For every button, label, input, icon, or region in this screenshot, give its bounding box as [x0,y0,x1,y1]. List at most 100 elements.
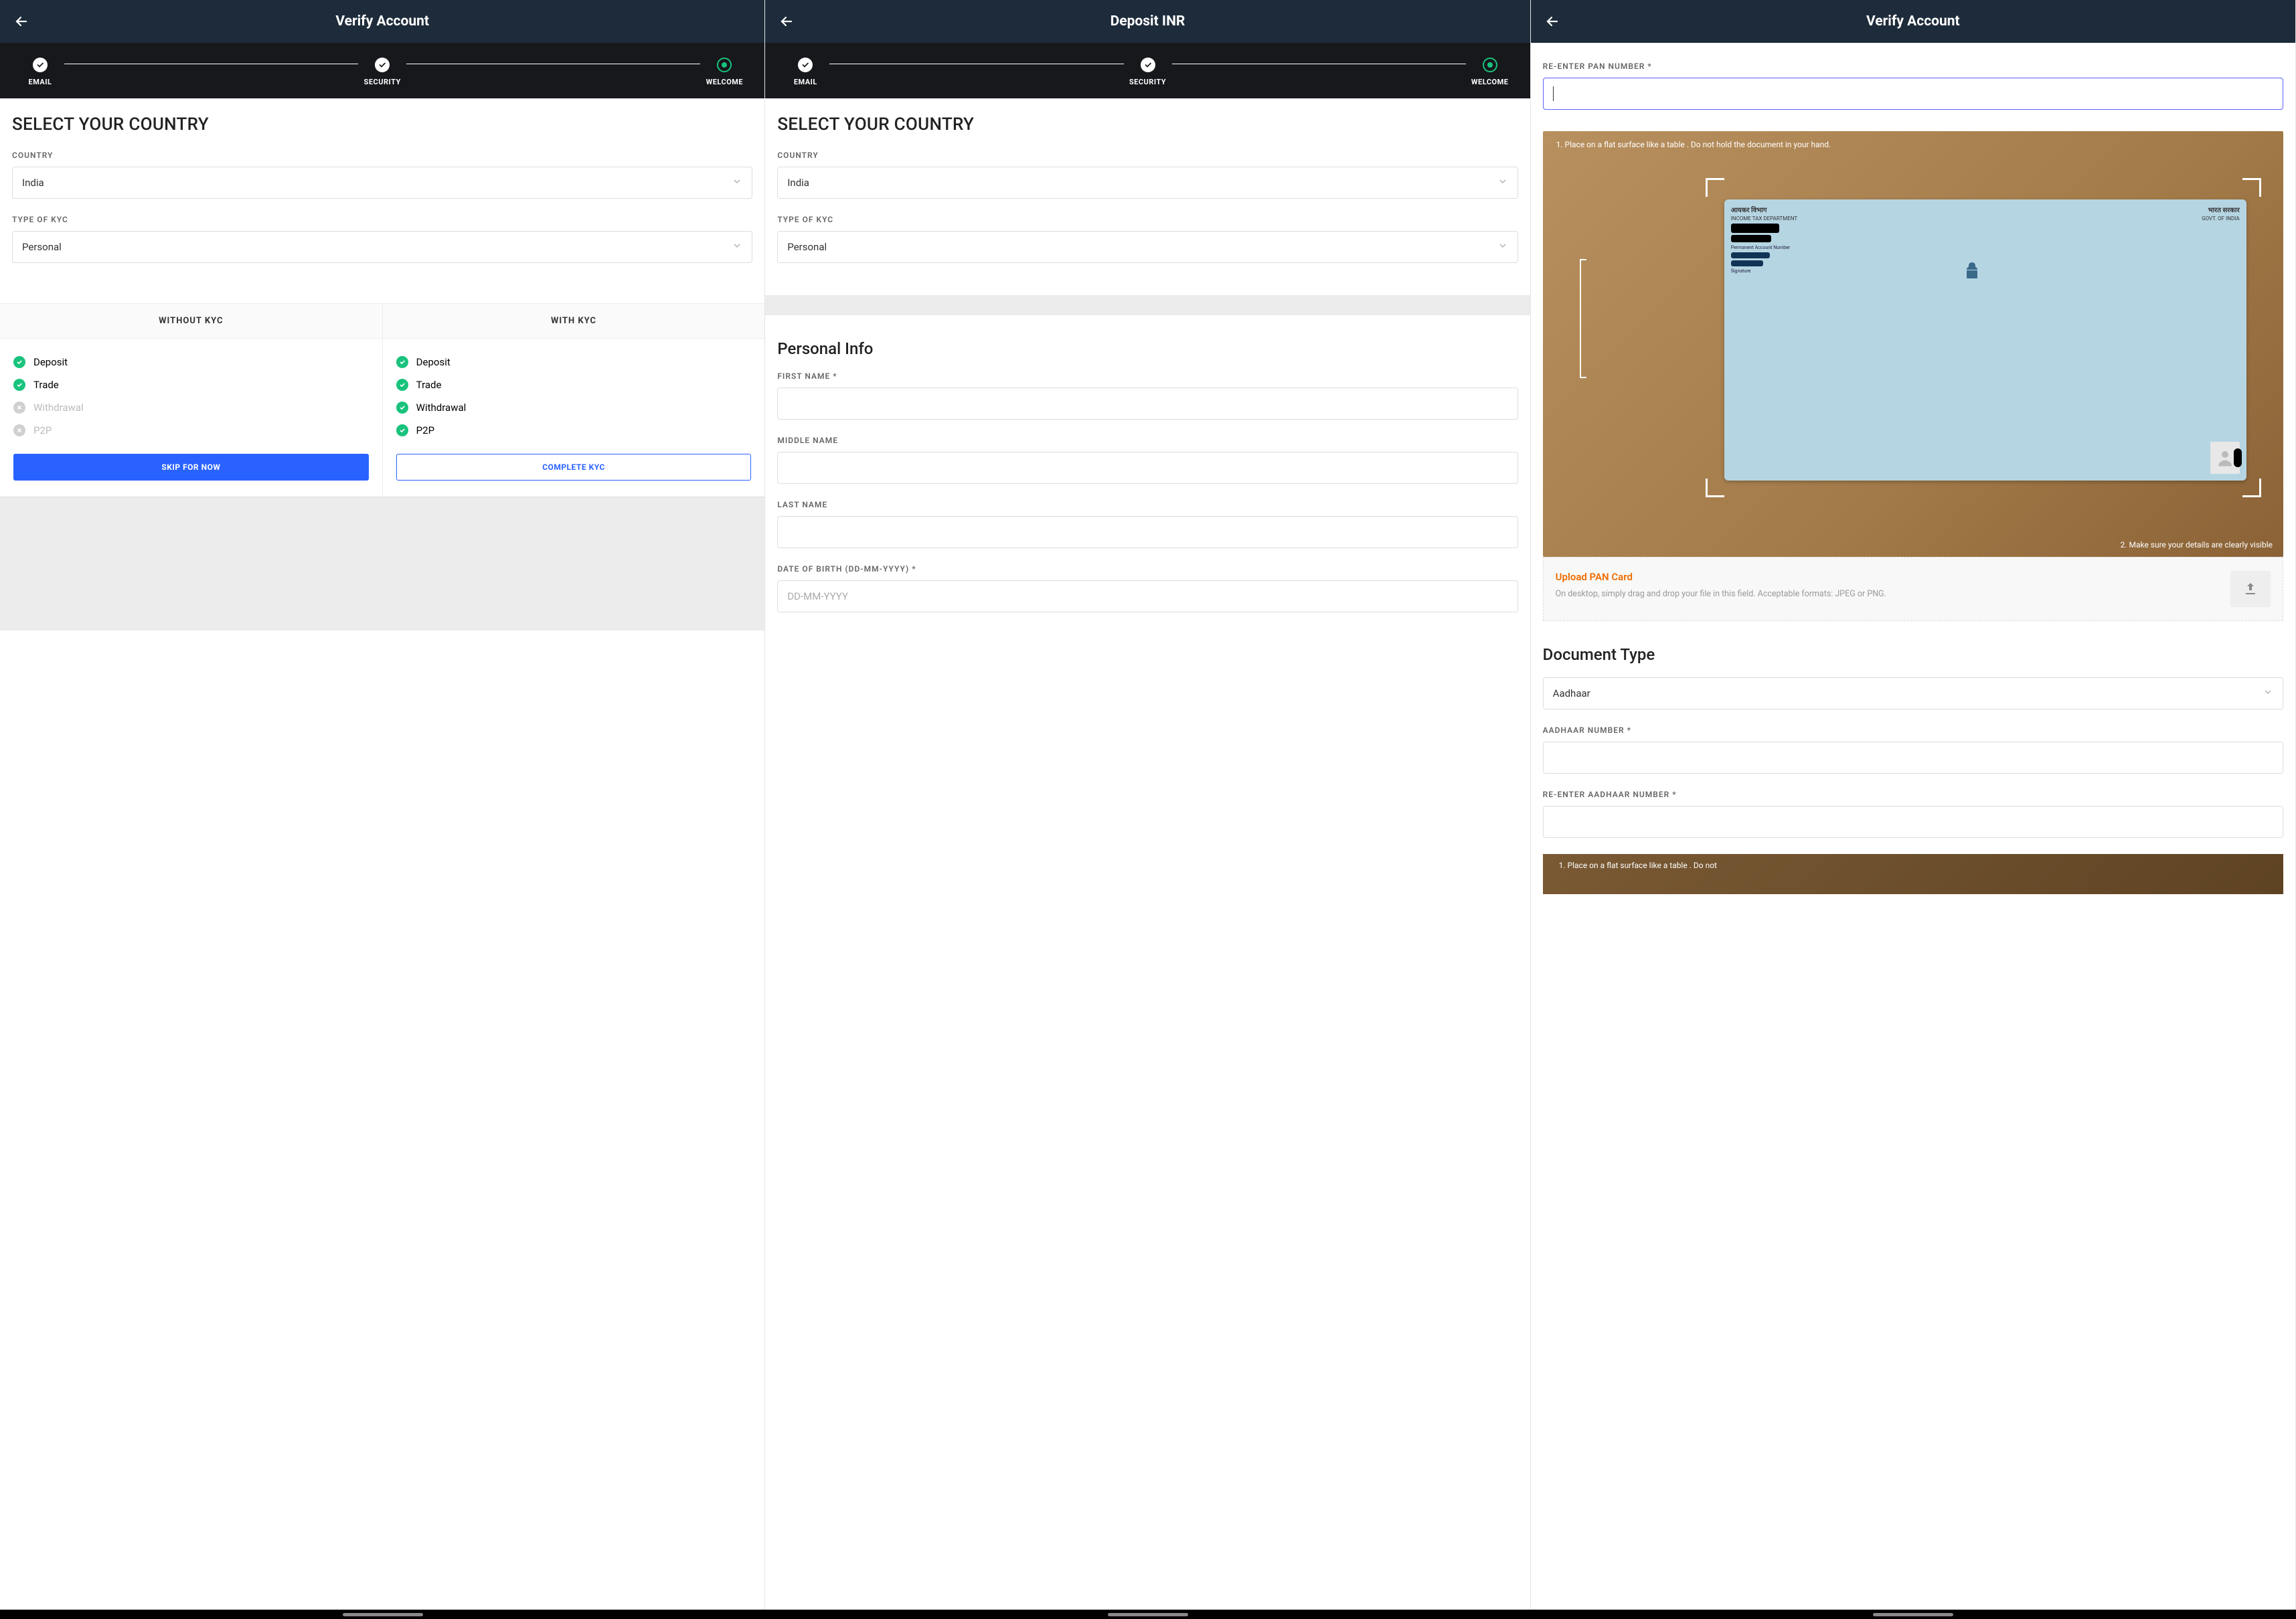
x-icon [13,402,25,414]
chevron-down-icon [1497,176,1508,189]
last-name-label: LAST NAME [777,500,1518,509]
screen-deposit-personal-info: Deposit INR EMAIL SECURITY WELCOME SELEC… [765,0,1530,1619]
redacted-bar [1731,224,1779,233]
section-heading: SELECT YOUR COUNTRY [12,114,752,135]
check-icon [396,379,408,391]
without-kyc-header: WITHOUT KYC [0,304,383,338]
chevron-down-icon [2263,687,2273,700]
redacted-bar [1731,260,1763,266]
reenter-aadhaar-label: RE-ENTER AADHAAR NUMBER * [1543,790,2283,799]
content-area: SELECT YOUR COUNTRY COUNTRY India TYPE O… [0,98,764,295]
first-name-label: FIRST NAME * [777,371,1518,381]
nav-handle-icon[interactable] [1873,1613,1953,1616]
step-welcome: WELCOME [1470,58,1510,86]
instruction-text: 1. Place on a flat surface like a table … [1559,861,1717,870]
back-button[interactable] [11,11,32,32]
screen-verify-kyc-options: Verify Account EMAIL SECURITY WELCOME SE… [0,0,765,1619]
country-label: COUNTRY [777,151,1518,160]
feature-row: Withdrawal [396,396,752,419]
arrow-left-icon [778,13,795,29]
check-icon [396,424,408,436]
step-security: SECURITY [1128,58,1168,86]
empty-footer [0,497,764,630]
step-welcome: WELCOME [704,58,744,86]
skip-for-now-button[interactable]: SKIP FOR NOW [13,454,369,481]
kyc-type-select[interactable]: Personal [12,231,752,263]
active-step-icon [1483,58,1497,72]
personal-info-heading: Personal Info [777,339,1518,358]
check-icon [13,379,25,391]
document-type-heading: Document Type [1543,645,2283,664]
upload-title: Upload PAN Card [1556,571,2220,583]
frame-corner-icon [1706,479,1724,497]
middle-name-input[interactable] [777,452,1518,484]
feature-row: Deposit [13,351,369,373]
feature-row: Trade [13,373,369,396]
appbar-title: Verify Account [1531,13,2295,29]
screen-verify-documents: Verify Account RE-ENTER PAN NUMBER * 1. … [1531,0,2296,1619]
back-button[interactable] [1542,11,1563,32]
feature-row: Deposit [396,351,752,373]
step-email: EMAIL [20,58,60,86]
feature-row: P2P [13,419,369,442]
section-divider [765,295,1530,315]
appbar: Verify Account [0,0,764,43]
redacted-bar [2234,448,2242,467]
check-circle-icon [375,58,390,72]
appbar: Verify Account [1531,0,2295,43]
appbar: Deposit INR [765,0,1530,43]
arrow-left-icon [13,13,29,29]
frame-corner-icon [2242,178,2261,197]
pan-card-preview: 1. Place on a flat surface like a table … [1543,131,2283,557]
active-step-icon [717,58,732,72]
first-name-input[interactable] [777,388,1518,420]
without-kyc-column: Deposit Trade Withdrawal P2P SKIP FOR NO… [0,339,383,497]
chevron-down-icon [1497,240,1508,254]
aadhaar-number-label: AADHAAR NUMBER * [1543,726,2283,735]
chevron-down-icon [732,176,742,189]
nav-handle-icon[interactable] [1108,1613,1188,1616]
dob-input[interactable]: DD-MM-YYYY [777,580,1518,612]
feature-row: Withdrawal [13,396,369,419]
photo-placeholder-icon [2210,442,2240,474]
kyc-type-label: TYPE OF KYC [777,215,1518,224]
reenter-pan-label: RE-ENTER PAN NUMBER * [1543,62,2283,71]
country-select[interactable]: India [777,167,1518,199]
arrow-left-icon [1544,13,1560,29]
redacted-bar [1731,235,1771,242]
feature-row: Trade [396,373,752,396]
upload-icon [2242,581,2259,597]
reenter-pan-input[interactable] [1543,78,2283,110]
emblem-icon [1964,261,1980,281]
back-button[interactable] [776,11,797,32]
last-name-input[interactable] [777,516,1518,548]
chevron-down-icon [732,240,742,254]
check-circle-icon [1141,58,1155,72]
check-icon [396,356,408,368]
upload-pan-dropzone[interactable]: Upload PAN Card On desktop, simply drag … [1543,557,2283,621]
system-nav-bar [0,1610,2296,1619]
aadhaar-number-input[interactable] [1543,742,2283,774]
nav-handle-icon[interactable] [343,1613,423,1616]
feature-row: P2P [396,419,752,442]
instruction-text: 2. Make sure your details are clearly vi… [2121,539,2273,550]
country-label: COUNTRY [12,151,752,160]
x-icon [13,424,25,436]
middle-name-label: MIDDLE NAME [777,436,1518,445]
kyc-type-select[interactable]: Personal [777,231,1518,263]
document-type-select[interactable]: Aadhaar [1543,677,2283,709]
upload-button[interactable] [2230,571,2271,607]
check-icon [396,402,408,414]
reenter-aadhaar-input[interactable] [1543,806,2283,838]
kyc-comparison-table: WITHOUT KYC WITH KYC Deposit Trade Withd… [0,303,764,497]
section-heading: SELECT YOUR COUNTRY [777,114,1518,135]
upload-subtitle: On desktop, simply drag and drop your fi… [1556,588,2220,600]
complete-kyc-button[interactable]: COMPLETE KYC [396,454,752,481]
with-kyc-header: WITH KYC [383,304,765,338]
appbar-title: Verify Account [0,13,764,29]
sample-pan-card: आयकर विभागभारत सरकार INCOME TAX DEPARTME… [1724,199,2246,481]
country-select[interactable]: India [12,167,752,199]
step-security: SECURITY [362,58,402,86]
dob-label: DATE OF BIRTH (DD-MM-YYYY) * [777,564,1518,574]
progress-stepper: EMAIL SECURITY WELCOME [765,43,1530,98]
